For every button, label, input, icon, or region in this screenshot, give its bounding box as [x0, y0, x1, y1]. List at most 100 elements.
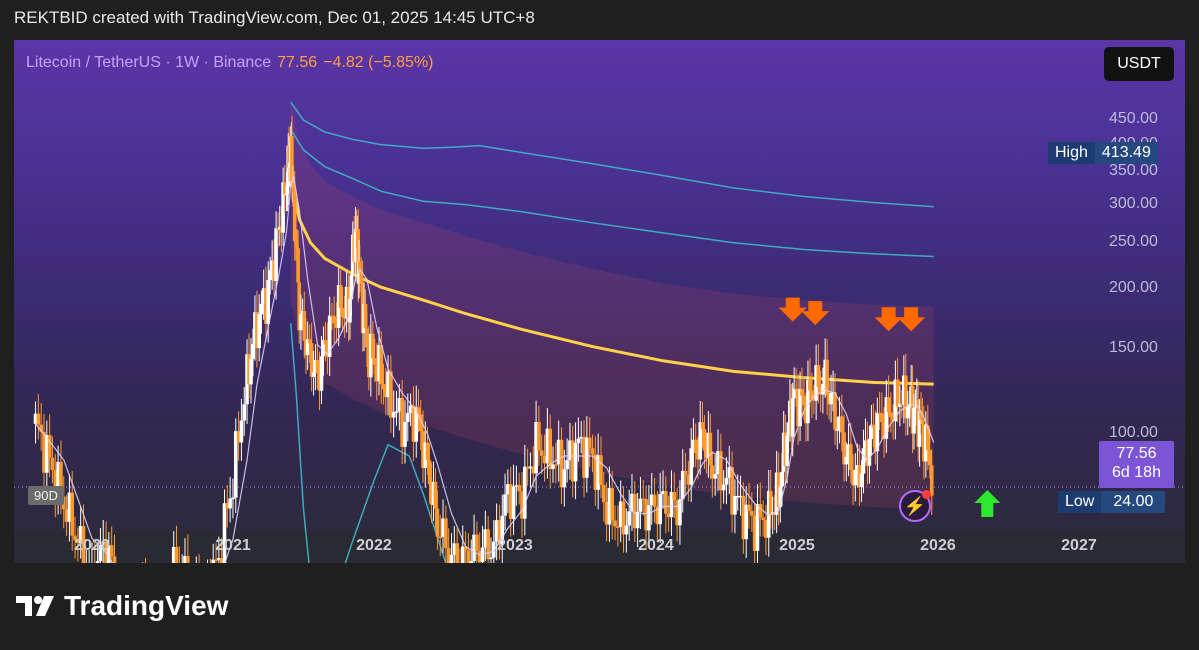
current-price-tag: 77.56 6d 18h: [1099, 441, 1174, 488]
candle-body: [647, 505, 651, 531]
candle-body: [683, 470, 688, 476]
y-tick-label: 100.00: [1109, 424, 1158, 441]
candle-body: [239, 420, 244, 443]
candle-body: [539, 450, 544, 456]
legend-change: −4.82 (−5.85%): [323, 54, 434, 71]
candle-body: [724, 477, 729, 485]
candle-body: [573, 443, 578, 482]
candle-body: [587, 437, 592, 449]
candle-body: [853, 469, 858, 486]
candle-body: [266, 280, 270, 324]
candle-body: [867, 439, 872, 466]
low-label-value: 24.00: [1101, 491, 1166, 513]
x-tick-label: 2021: [215, 537, 251, 554]
bar-countdown: 6d 18h: [1112, 464, 1161, 481]
y-tick-label: 450.00: [1109, 110, 1158, 127]
y-tick-label: 150.00: [1109, 339, 1158, 357]
symbol-legend[interactable]: Litecoin / TetherUS · 1W · Binance 77.56−…: [26, 54, 434, 72]
candle-body: [340, 307, 345, 317]
candle-body: [576, 438, 581, 444]
candle-body: [394, 411, 399, 413]
candle-body: [433, 481, 438, 509]
candle-body: [338, 285, 343, 308]
candle-body: [405, 412, 410, 422]
candle-body: [365, 328, 369, 348]
notification-dot-icon: [922, 490, 931, 499]
candle-body: [747, 504, 751, 511]
candle-body: [174, 546, 179, 563]
x-tick-label: 2022: [356, 537, 392, 554]
candle-body: [309, 343, 314, 377]
price-chart-svg[interactable]: [14, 40, 1185, 563]
candle-body: [599, 455, 603, 485]
candle-body: [880, 413, 884, 423]
candle-body: [610, 488, 615, 521]
candle-body: [323, 340, 328, 345]
candle-body: [802, 395, 806, 406]
low-label-text: Low: [1065, 493, 1095, 510]
candle-body: [861, 448, 866, 474]
y-tick-label: 250.00: [1109, 232, 1158, 250]
candle-body: [444, 518, 448, 549]
candle-body: [486, 529, 490, 560]
candle-body: [601, 484, 606, 503]
candle-body: [36, 413, 41, 425]
candle-body: [839, 416, 844, 433]
candle-body: [455, 543, 459, 563]
candle-body: [835, 429, 840, 431]
candle-body: [702, 429, 707, 451]
legend-price: 77.56: [277, 54, 318, 71]
candle-body: [449, 554, 454, 563]
chart-attribution: REKTBID created with TradingView.com, De…: [14, 8, 535, 27]
period-tag: 90D: [28, 486, 64, 505]
candle-body: [816, 365, 821, 387]
x-axis-strip: [14, 532, 1185, 563]
candle-body: [307, 339, 312, 344]
candle-body: [849, 444, 853, 470]
candle-body: [562, 469, 567, 488]
candle-body: [517, 485, 521, 492]
candle-body: [905, 407, 910, 419]
candle-body: [379, 345, 384, 385]
currency-button[interactable]: USDT: [1104, 47, 1174, 81]
candle-body: [466, 550, 471, 563]
candle-body: [808, 379, 812, 391]
candle-body: [274, 228, 278, 281]
candle-body: [761, 517, 765, 520]
candle-body: [425, 442, 430, 461]
candle-body: [332, 316, 336, 324]
candle-body: [511, 486, 516, 519]
x-tick-label: 2026: [920, 537, 956, 554]
candle-body: [929, 465, 934, 496]
candle-body: [693, 439, 698, 453]
candle-body: [652, 494, 657, 507]
tradingview-logo[interactable]: TradingView: [16, 590, 228, 622]
candle-body: [871, 424, 876, 428]
candle-body: [664, 491, 668, 514]
candle-body: [242, 404, 247, 421]
candle-body: [624, 525, 629, 535]
candle-body: [635, 511, 640, 529]
high-label: High 413.49: [1048, 142, 1158, 164]
candle-body: [251, 344, 255, 360]
candle-body: [231, 497, 235, 500]
chart-area[interactable]: Litecoin / TetherUS · 1W · Binance 77.56−…: [14, 40, 1185, 563]
candle-body: [403, 421, 407, 447]
candle-body: [829, 392, 833, 405]
candle-body: [713, 474, 717, 479]
candle-body: [700, 422, 705, 430]
candle-body: [689, 448, 693, 485]
candle-body: [708, 432, 713, 466]
candle-body: [319, 356, 324, 391]
candle-body: [821, 383, 825, 395]
candle-body: [372, 358, 377, 365]
candle-body: [475, 534, 479, 551]
candle-body: [927, 450, 932, 466]
lightning-alert-icon[interactable]: ⚡: [899, 490, 931, 522]
x-tick-label: 2027: [1061, 537, 1097, 554]
high-label-value: 413.49: [1094, 142, 1158, 164]
candle-body: [800, 389, 804, 396]
candle-body: [565, 460, 569, 470]
y-tick-label: 350.00: [1109, 162, 1158, 180]
symbol-name: Litecoin / TetherUS · 1W · Binance: [26, 54, 272, 71]
